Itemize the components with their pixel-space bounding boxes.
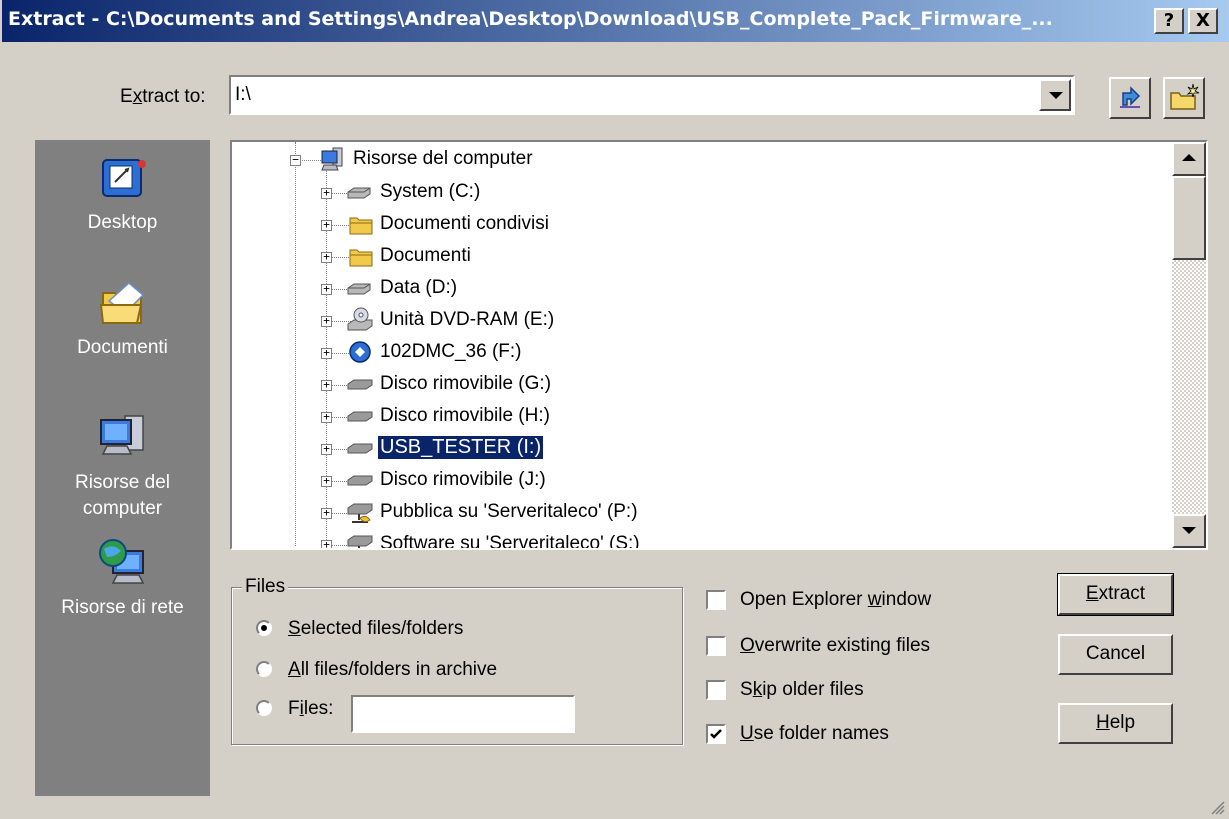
place-label: Desktop — [87, 212, 158, 233]
radio-dot — [261, 625, 267, 631]
expand-toggle[interactable]: + — [321, 283, 332, 295]
new-folder-icon — [1170, 83, 1200, 110]
tree-vertical-scrollbar[interactable] — [1172, 142, 1206, 548]
expand-toggle[interactable]: + — [321, 507, 332, 519]
tree-item-label[interactable]: Software su 'Serveritaleco' (S:) — [378, 533, 642, 548]
help-button[interactable]: Help — [1058, 703, 1173, 744]
browse-up-button[interactable] — [1109, 77, 1151, 119]
expand-toggle[interactable]: + — [321, 315, 332, 327]
expand-toggle[interactable]: + — [321, 539, 332, 548]
chevron-down-icon — [1182, 527, 1196, 534]
tree-item-label[interactable]: Disco rimovibile (G:) — [378, 373, 553, 395]
files-groupbox: Files Selected files/folders All files/f… — [231, 576, 683, 745]
close-title-button[interactable]: X — [1188, 8, 1218, 34]
tree-item-label[interactable]: Data (D:) — [378, 277, 459, 299]
window-title: Extract - C:\Documents and Settings\Andr… — [8, 8, 1053, 30]
place-risorse-del-computer[interactable]: Risorse del computer — [35, 408, 210, 522]
extract-to-value: I:\ — [235, 84, 251, 105]
collapse-toggle[interactable]: − — [290, 154, 301, 166]
removable-drive-icon — [347, 443, 373, 454]
checkbox[interactable] — [706, 680, 726, 700]
place-risorse-di-rete[interactable]: Risorse di rete — [35, 535, 210, 619]
tree-item-label[interactable]: Documenti condivisi — [378, 213, 551, 235]
cancel-button[interactable]: Cancel — [1058, 634, 1173, 675]
extract-button[interactable]: Extract — [1057, 573, 1174, 616]
places-bar: Desktop Documenti Risorse del computer R… — [35, 140, 210, 796]
network-drive-icon — [347, 535, 373, 548]
place-label: Documenti — [77, 337, 168, 358]
folder-up-arrow-icon — [1120, 86, 1141, 108]
expand-toggle[interactable]: + — [321, 443, 332, 455]
dvd-drive-icon — [347, 307, 373, 331]
expand-toggle[interactable]: + — [321, 251, 332, 263]
combo-dropdown-button[interactable] — [1039, 79, 1071, 111]
removable-drive-icon — [347, 475, 373, 486]
tree-item-label[interactable]: Disco rimovibile (H:) — [378, 405, 552, 427]
expand-toggle[interactable]: + — [321, 187, 332, 199]
place-label: Risorse di rete — [61, 597, 184, 618]
checkbox[interactable] — [706, 636, 726, 656]
title-bar[interactable]: Extract - C:\Documents and Settings\Andr… — [2, 0, 1229, 42]
radio-button[interactable] — [256, 661, 272, 677]
radio-label: Selected files/folders — [288, 618, 464, 639]
place-label: Risorse del computer — [74, 472, 171, 519]
radio-button[interactable] — [256, 620, 272, 636]
checkbox[interactable] — [706, 724, 726, 744]
place-desktop[interactable]: Desktop — [35, 150, 210, 234]
checkbox[interactable] — [706, 590, 726, 610]
extract-to-combo[interactable]: I:\ — [229, 75, 1075, 115]
radio-label: Files: — [288, 698, 334, 719]
help-title-button[interactable]: ? — [1154, 8, 1184, 34]
hard-drive-icon — [347, 283, 371, 295]
camera-drive-icon — [349, 341, 371, 363]
resize-grip-icon[interactable] — [1209, 799, 1225, 815]
removable-drive-icon — [347, 411, 373, 422]
removable-drive-icon — [347, 379, 373, 390]
extract-to-label: Extract to: — [120, 86, 206, 107]
radio-button[interactable] — [256, 700, 272, 716]
my-computer-icon — [321, 147, 343, 171]
place-documenti[interactable]: Documenti — [35, 275, 210, 359]
my-computer-icon — [99, 415, 144, 455]
files-group-title: Files — [242, 576, 289, 598]
folder-icon — [349, 217, 373, 235]
tree-item-label-selected[interactable]: USB_TESTER (I:) — [376, 435, 545, 460]
chevron-down-icon — [1049, 92, 1063, 99]
expand-toggle[interactable]: + — [321, 475, 332, 487]
checkbox-label: Use folder names — [740, 723, 889, 744]
new-folder-button[interactable] — [1163, 77, 1205, 119]
expand-toggle[interactable]: + — [321, 219, 332, 231]
checkbox-label: Overwrite existing files — [740, 635, 931, 656]
tree-item-label[interactable]: Disco rimovibile (J:) — [378, 469, 548, 491]
network-icon — [98, 539, 144, 584]
expand-toggle[interactable]: + — [321, 411, 332, 423]
hard-drive-icon — [347, 187, 371, 199]
checkbox-label: Skip older files — [740, 679, 864, 700]
network-drive-icon — [347, 503, 373, 523]
tree-line — [295, 142, 296, 546]
radio-label: All files/folders in archive — [288, 659, 498, 680]
tree-item-label[interactable]: System (C:) — [378, 181, 482, 203]
scroll-thumb[interactable] — [1172, 176, 1206, 260]
files-pattern-input[interactable] — [351, 695, 575, 733]
chevron-up-icon — [1182, 154, 1196, 161]
tree-root-label[interactable]: Risorse del computer — [351, 148, 535, 170]
tree-item-label[interactable]: Documenti — [378, 245, 473, 267]
tree-item-label[interactable]: 102DMC_36 (F:) — [378, 341, 524, 363]
tree-item-label[interactable]: Unità DVD-RAM (E:) — [378, 309, 556, 331]
expand-toggle[interactable]: + — [321, 347, 332, 359]
folder-icon — [349, 249, 373, 267]
checkmark-icon — [710, 729, 722, 739]
checkbox-label: Open Explorer window — [740, 589, 932, 610]
folder-tree[interactable]: − Risorse del computer + System (C:) + D… — [230, 140, 1208, 550]
scroll-up-button[interactable] — [1172, 142, 1206, 176]
documents-folder-icon — [99, 282, 144, 324]
scroll-down-button[interactable] — [1172, 514, 1206, 548]
tree-item-label[interactable]: Pubblica su 'Serveritaleco' (P:) — [378, 501, 640, 523]
expand-toggle[interactable]: + — [321, 379, 332, 391]
extract-dialog: Extract - C:\Documents and Settings\Andr… — [0, 0, 1229, 819]
desktop-icon — [101, 159, 146, 197]
